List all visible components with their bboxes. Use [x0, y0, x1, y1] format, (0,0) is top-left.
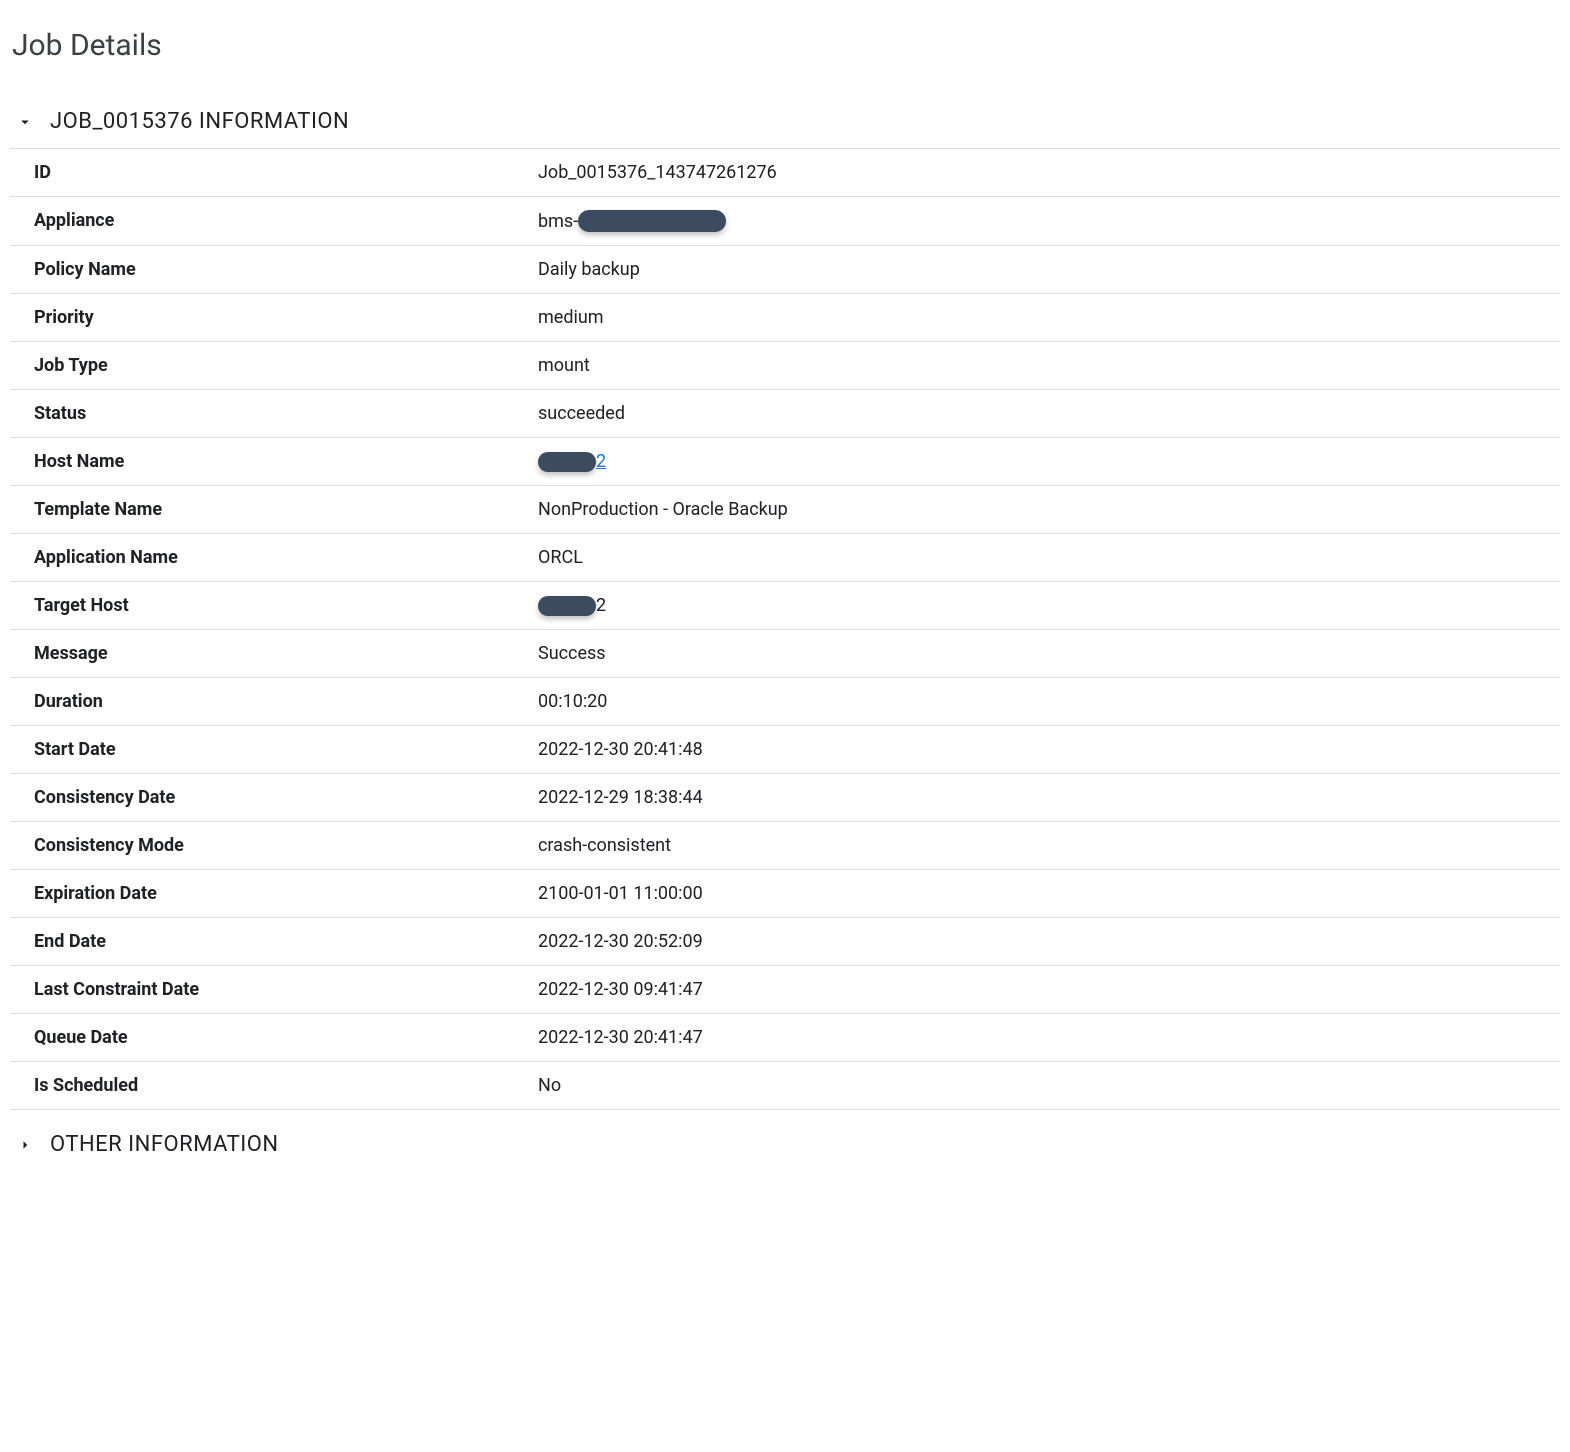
- table-row-policy-name: Policy Name Daily backup: [10, 246, 1560, 294]
- table-row-last-constraint-date: Last Constraint Date 2022-12-30 09:41:47: [10, 966, 1560, 1014]
- row-label: Priority: [10, 307, 538, 328]
- row-value: crash-consistent: [538, 835, 1560, 856]
- host-name-link[interactable]: 2: [538, 451, 606, 472]
- row-label: Queue Date: [10, 1027, 538, 1048]
- row-label: Policy Name: [10, 259, 538, 280]
- row-value: 2022-12-30 20:41:48: [538, 739, 1560, 760]
- section-job-information: JOB_0015376 INFORMATION ID Job_0015376_1…: [10, 105, 1560, 1110]
- row-value: ORCL: [538, 547, 1560, 568]
- row-value: 2100-01-01 11:00:00: [538, 883, 1560, 904]
- row-value: 2022-12-29 18:38:44: [538, 787, 1560, 808]
- row-label: Duration: [10, 691, 538, 712]
- row-label: Appliance: [10, 210, 538, 232]
- row-value: No: [538, 1075, 1560, 1096]
- row-label: Template Name: [10, 499, 538, 520]
- table-row-message: Message Success: [10, 630, 1560, 678]
- table-row-appliance: Appliance bms-: [10, 197, 1560, 246]
- row-label: Status: [10, 403, 538, 424]
- row-value: medium: [538, 307, 1560, 328]
- table-row-consistency-mode: Consistency Mode crash-consistent: [10, 822, 1560, 870]
- row-label: Job Type: [10, 355, 538, 376]
- section-header-other-information[interactable]: OTHER INFORMATION: [10, 1128, 1560, 1171]
- row-value: 2022-12-30 20:52:09: [538, 931, 1560, 952]
- table-row-status: Status succeeded: [10, 390, 1560, 438]
- table-row-end-date: End Date 2022-12-30 20:52:09: [10, 918, 1560, 966]
- section-title: OTHER INFORMATION: [50, 1132, 279, 1157]
- row-label: Message: [10, 643, 538, 664]
- redacted-block: [538, 596, 596, 616]
- section-title: JOB_0015376 INFORMATION: [50, 109, 349, 134]
- page-title: Job Details: [12, 28, 1560, 63]
- host-name-suffix: 2: [596, 451, 606, 472]
- target-host-suffix: 2: [596, 595, 606, 616]
- table-row-id: ID Job_0015376_143747261276: [10, 149, 1560, 197]
- row-value: 2022-12-30 20:41:47: [538, 1027, 1560, 1048]
- table-row-target-host: Target Host 2: [10, 582, 1560, 630]
- row-label: Consistency Date: [10, 787, 538, 808]
- table-row-job-type: Job Type mount: [10, 342, 1560, 390]
- row-label: Target Host: [10, 595, 538, 616]
- table-row-expiration-date: Expiration Date 2100-01-01 11:00:00: [10, 870, 1560, 918]
- row-value: Success: [538, 643, 1560, 664]
- row-value: 2: [538, 595, 1560, 616]
- row-label: Consistency Mode: [10, 835, 538, 856]
- row-label: Start Date: [10, 739, 538, 760]
- table-row-queue-date: Queue Date 2022-12-30 20:41:47: [10, 1014, 1560, 1062]
- redacted-block: [538, 452, 596, 472]
- table-row-host-name: Host Name 2: [10, 438, 1560, 486]
- row-label: ID: [10, 162, 538, 183]
- chevron-right-icon: [16, 1136, 34, 1154]
- row-label: End Date: [10, 931, 538, 952]
- row-label: Last Constraint Date: [10, 979, 538, 1000]
- row-value: NonProduction - Oracle Backup: [538, 499, 1560, 520]
- row-value: mount: [538, 355, 1560, 376]
- table-row-duration: Duration 00:10:20: [10, 678, 1560, 726]
- row-label: Expiration Date: [10, 883, 538, 904]
- table-row-application-name: Application Name ORCL: [10, 534, 1560, 582]
- row-label: Is Scheduled: [10, 1075, 538, 1096]
- table-row-priority: Priority medium: [10, 294, 1560, 342]
- table-row-start-date: Start Date 2022-12-30 20:41:48: [10, 726, 1560, 774]
- row-label: Application Name: [10, 547, 538, 568]
- table-row-consistency-date: Consistency Date 2022-12-29 18:38:44: [10, 774, 1560, 822]
- row-value: bms-: [538, 210, 1560, 232]
- table-row-is-scheduled: Is Scheduled No: [10, 1062, 1560, 1110]
- row-value: succeeded: [538, 403, 1560, 424]
- row-value: 2: [538, 451, 1560, 472]
- row-value: 2022-12-30 09:41:47: [538, 979, 1560, 1000]
- section-other-information: OTHER INFORMATION: [10, 1128, 1560, 1171]
- chevron-down-icon: [16, 113, 34, 131]
- table-row-template-name: Template Name NonProduction - Oracle Bac…: [10, 486, 1560, 534]
- section-header-job-information[interactable]: JOB_0015376 INFORMATION: [10, 105, 1560, 148]
- row-value: Job_0015376_143747261276: [538, 162, 1560, 183]
- job-info-table: ID Job_0015376_143747261276 Appliance bm…: [10, 148, 1560, 1110]
- row-label: Host Name: [10, 451, 538, 472]
- row-value: 00:10:20: [538, 691, 1560, 712]
- row-value: Daily backup: [538, 259, 1560, 280]
- appliance-prefix: bms-: [538, 211, 578, 232]
- redacted-block: [578, 210, 726, 232]
